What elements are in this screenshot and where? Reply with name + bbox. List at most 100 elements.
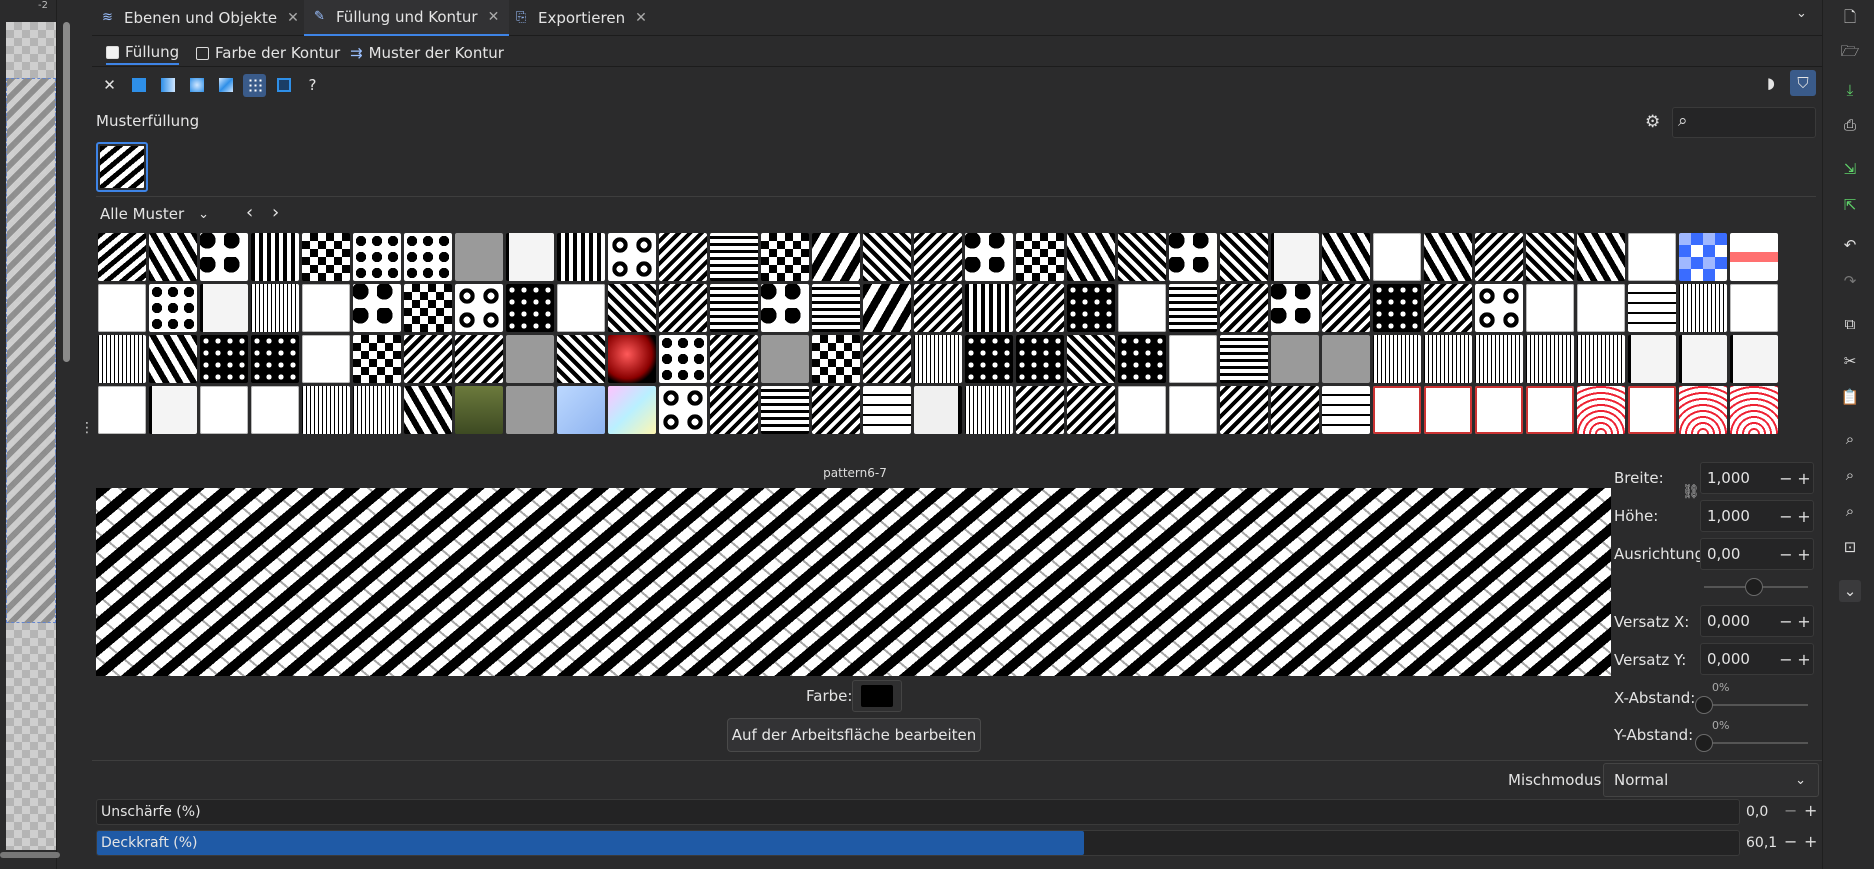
chevron-down-icon[interactable]: ⌄	[1796, 6, 1807, 21]
pattern-thumbnail[interactable]	[98, 233, 146, 281]
linear-gradient-button[interactable]	[156, 74, 179, 97]
export-icon[interactable]: ⇱	[1839, 194, 1861, 216]
minus-icon[interactable]: −	[1777, 545, 1795, 564]
pattern-thumbnail[interactable]	[608, 386, 656, 434]
pattern-thumbnail[interactable]	[914, 284, 962, 332]
pattern-thumbnail[interactable]	[965, 284, 1013, 332]
pattern-thumbnail[interactable]	[1322, 284, 1370, 332]
minus-icon[interactable]: −	[1777, 650, 1795, 669]
pattern-thumbnail[interactable]	[353, 386, 401, 434]
pattern-thumbnail[interactable]	[1271, 233, 1319, 281]
pattern-thumbnail[interactable]	[404, 386, 452, 434]
pattern-thumbnail[interactable]	[506, 386, 554, 434]
canvas-scrollbar[interactable]	[63, 22, 70, 362]
pattern-thumbnail[interactable]	[149, 335, 197, 383]
canvas-pattern-object[interactable]	[6, 78, 56, 623]
pattern-thumbnail[interactable]	[1475, 284, 1523, 332]
pattern-thumbnail[interactable]	[659, 233, 707, 281]
pattern-thumbnail[interactable]	[863, 386, 911, 434]
orientation-slider-knob[interactable]	[1745, 578, 1763, 596]
tab-fill-stroke[interactable]: ✎ Füllung und Kontur ✕	[304, 0, 510, 36]
gap-x-slider-knob[interactable]	[1695, 696, 1713, 714]
blend-mode-select[interactable]: Normal ⌄	[1603, 763, 1819, 797]
pattern-thumbnail[interactable]	[557, 386, 605, 434]
plus-icon[interactable]: +	[1795, 469, 1813, 488]
pattern-thumbnail[interactable]	[1730, 233, 1778, 281]
pattern-thumbnail[interactable]	[1577, 335, 1625, 383]
pattern-thumbnail[interactable]	[914, 335, 962, 383]
pattern-thumbnail[interactable]	[200, 335, 248, 383]
pattern-thumbnail[interactable]	[1169, 335, 1217, 383]
flat-color-button[interactable]	[127, 74, 150, 97]
pattern-thumbnail[interactable]	[1628, 233, 1676, 281]
pattern-thumbnail[interactable]	[1577, 284, 1625, 332]
unset-paint-button[interactable]: ?	[301, 74, 324, 97]
import-icon[interactable]: ⇲	[1839, 158, 1861, 180]
pattern-color-button[interactable]	[852, 680, 902, 712]
panel-resize-handle[interactable]: ⋮	[80, 420, 94, 436]
pattern-thumbnail[interactable]	[506, 233, 554, 281]
pattern-thumbnail[interactable]	[1526, 386, 1574, 434]
pattern-thumbnail[interactable]	[149, 386, 197, 434]
pattern-thumbnail[interactable]	[965, 233, 1013, 281]
pattern-thumbnail[interactable]	[965, 386, 1013, 434]
zoom-drawing-icon[interactable]: ⌕	[1839, 464, 1861, 486]
pattern-thumbnail[interactable]	[1679, 233, 1727, 281]
plus-icon[interactable]: +	[1804, 801, 1817, 820]
pattern-thumbnail[interactable]	[302, 233, 350, 281]
pattern-thumbnail[interactable]	[200, 386, 248, 434]
pattern-thumbnail[interactable]	[1679, 335, 1727, 383]
pattern-thumbnail[interactable]	[1322, 233, 1370, 281]
pattern-thumbnail[interactable]	[965, 335, 1013, 383]
zoom-selection-icon[interactable]: ⌕	[1839, 428, 1861, 450]
pattern-thumbnail[interactable]	[455, 233, 503, 281]
pattern-thumbnail[interactable]	[455, 335, 503, 383]
lock-ratio-icon[interactable]: ⛓	[1682, 484, 1700, 500]
pattern-thumbnail[interactable]	[761, 233, 809, 281]
pattern-thumbnail[interactable]	[1016, 284, 1064, 332]
tab-export[interactable]: ⎘ Exportieren ✕	[506, 0, 657, 36]
pattern-thumbnail[interactable]	[761, 284, 809, 332]
pattern-thumbnail[interactable]	[1475, 386, 1523, 434]
pattern-thumbnail[interactable]	[1730, 386, 1778, 434]
close-icon[interactable]: ✕	[488, 9, 500, 25]
pattern-thumbnail[interactable]	[251, 233, 299, 281]
pattern-thumbnail[interactable]	[1730, 284, 1778, 332]
pattern-thumbnail[interactable]	[353, 284, 401, 332]
pattern-thumbnail[interactable]	[98, 284, 146, 332]
redo-icon[interactable]: ↷	[1839, 270, 1861, 292]
pattern-thumbnail[interactable]	[863, 284, 911, 332]
pattern-thumbnail[interactable]	[1628, 335, 1676, 383]
pattern-thumbnail[interactable]	[1628, 284, 1676, 332]
opacity-slider[interactable]: Deckkraft (%)	[96, 830, 1740, 856]
fill-rule-evenodd-button[interactable]: ◗	[1758, 70, 1784, 96]
edit-on-canvas-button[interactable]: Auf der Arbeitsfläche bearbeiten	[727, 718, 981, 752]
pattern-thumbnail[interactable]	[1424, 284, 1472, 332]
pattern-thumbnail[interactable]	[251, 284, 299, 332]
minus-icon[interactable]: −	[1784, 832, 1797, 851]
pattern-thumbnail[interactable]	[1169, 386, 1217, 434]
pattern-thumbnail[interactable]	[710, 386, 758, 434]
pattern-thumbnail[interactable]	[1526, 284, 1574, 332]
height-spinbox[interactable]: 1,000 − +	[1700, 500, 1814, 532]
pattern-thumbnail[interactable]	[1373, 233, 1421, 281]
pattern-thumbnail[interactable]	[98, 335, 146, 383]
tab-layers-objects[interactable]: ≋ Ebenen und Objekte ✕	[92, 0, 309, 36]
pattern-thumbnail[interactable]	[1016, 386, 1064, 434]
pattern-thumbnail[interactable]	[251, 335, 299, 383]
pattern-thumbnail[interactable]	[812, 386, 860, 434]
pattern-thumbnail[interactable]	[1475, 335, 1523, 383]
chevron-down-icon[interactable]: ⌄	[1839, 580, 1861, 602]
save-icon[interactable]: ⤓	[1839, 79, 1861, 101]
pattern-thumbnail[interactable]	[1220, 335, 1268, 383]
minus-icon[interactable]: −	[1777, 469, 1795, 488]
pattern-thumbnail[interactable]	[1169, 233, 1217, 281]
cut-icon[interactable]: ✂	[1839, 350, 1861, 372]
pattern-thumbnail[interactable]	[98, 386, 146, 434]
plus-icon[interactable]: +	[1795, 545, 1813, 564]
mesh-gradient-button[interactable]	[214, 74, 237, 97]
pattern-thumbnail[interactable]	[761, 386, 809, 434]
pattern-thumbnail[interactable]	[608, 233, 656, 281]
pattern-thumbnail[interactable]	[455, 386, 503, 434]
pattern-thumbnail[interactable]	[557, 233, 605, 281]
